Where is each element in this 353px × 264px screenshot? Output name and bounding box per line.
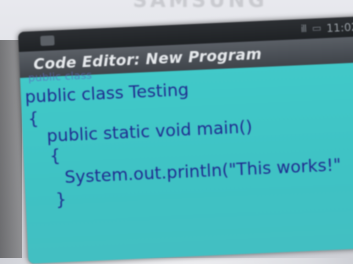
code-line[interactable]: public class [28,69,92,85]
phone-edge-shadow [0,40,22,258]
code-line[interactable]: { [28,109,40,129]
code-line[interactable]: public static void main() [46,117,252,146]
code-line[interactable]: } [55,190,67,210]
device-brand-logo: SAMSUNG [132,0,268,12]
notification-icon [40,35,55,46]
code-line[interactable]: { [49,146,61,166]
signal-icon: ill [300,23,307,35]
phone-screen: ill ▭ 11:02 Code Editor: New Program pub… [18,16,353,264]
code-line[interactable]: System.out.println("This works!" [64,155,341,188]
status-time: 11:02 [326,20,353,35]
code-line[interactable]: public class Testing [25,80,190,107]
code-editor[interactable]: public class public class Testing { publ… [20,62,353,264]
battery-icon: ▭ [311,22,321,35]
